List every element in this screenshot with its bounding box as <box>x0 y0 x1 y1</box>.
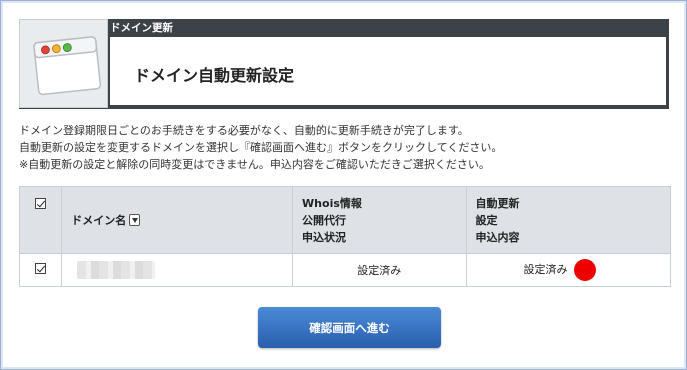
auto-header-line: 自動更新 <box>475 196 520 210</box>
column-header-auto-renew: 自動更新 設定 申込内容 <box>465 186 672 254</box>
description-line: 自動更新の設定を変更するドメインを選択し『確認画面へ進む』ボタンをクリックしてく… <box>19 141 503 154</box>
window-frame: ドメイン更新 ドメイン自動更新設定 ドメイン登録期限日ごとのお手続きをする必要が… <box>0 0 687 370</box>
browser-window-icon <box>19 19 108 108</box>
select-all-cell <box>18 186 63 254</box>
description-line: ※自動更新の設定と解除の同時変更はできません。申込内容をご確認いただきご選択くだ… <box>19 158 490 171</box>
page-header: ドメイン更新 ドメイン自動更新設定 <box>19 19 669 109</box>
redacted-domain-name <box>77 261 156 279</box>
status-indicator-dot <box>573 259 596 281</box>
auto-renew-status-cell: 設定済み <box>465 253 672 287</box>
header-panel: ドメイン自動更新設定 <box>110 37 666 105</box>
header-title-bar: ドメイン更新 <box>110 22 173 34</box>
select-all-checkbox[interactable] <box>35 198 47 209</box>
row-check-cell <box>18 253 63 287</box>
domain-header-label: ドメイン名 <box>71 213 127 227</box>
whois-header-line: 申込状況 <box>302 230 347 244</box>
domain-cell <box>61 253 294 287</box>
domain-table: ドメイン名 Whois情報 公開代行 申込状況 自動更新 設定 申込内容 設定済… <box>18 186 672 287</box>
column-header-whois: Whois情報 公開代行 申込状況 <box>292 186 467 254</box>
auto-header-line: 申込内容 <box>475 230 520 244</box>
whois-header-line: 公開代行 <box>302 213 347 227</box>
auto-renew-status: 設定済み <box>523 263 568 276</box>
column-header-domain[interactable]: ドメイン名 <box>61 186 294 254</box>
whois-status: 設定済み <box>357 264 402 277</box>
description-line: ドメイン登録期限日ごとのお手続きをする必要がなく、自動的に更新手続きが完了します… <box>19 124 469 137</box>
auto-header-line: 設定 <box>475 213 498 227</box>
page-title: ドメイン自動更新設定 <box>134 66 295 85</box>
table-header-row: ドメイン名 Whois情報 公開代行 申込状況 自動更新 設定 申込内容 <box>18 186 672 254</box>
confirm-button[interactable]: 確認画面へ進む <box>258 307 441 348</box>
description: ドメイン登録期限日ごとのお手続きをする必要がなく、自動的に更新手続きが完了します… <box>19 122 502 173</box>
whois-status-cell: 設定済み <box>292 253 467 287</box>
sort-dropdown-icon[interactable] <box>129 213 141 226</box>
row-checkbox[interactable] <box>35 263 47 274</box>
whois-header-line: Whois情報 <box>302 196 362 210</box>
table-row: 設定済み 設定済み <box>18 253 672 287</box>
